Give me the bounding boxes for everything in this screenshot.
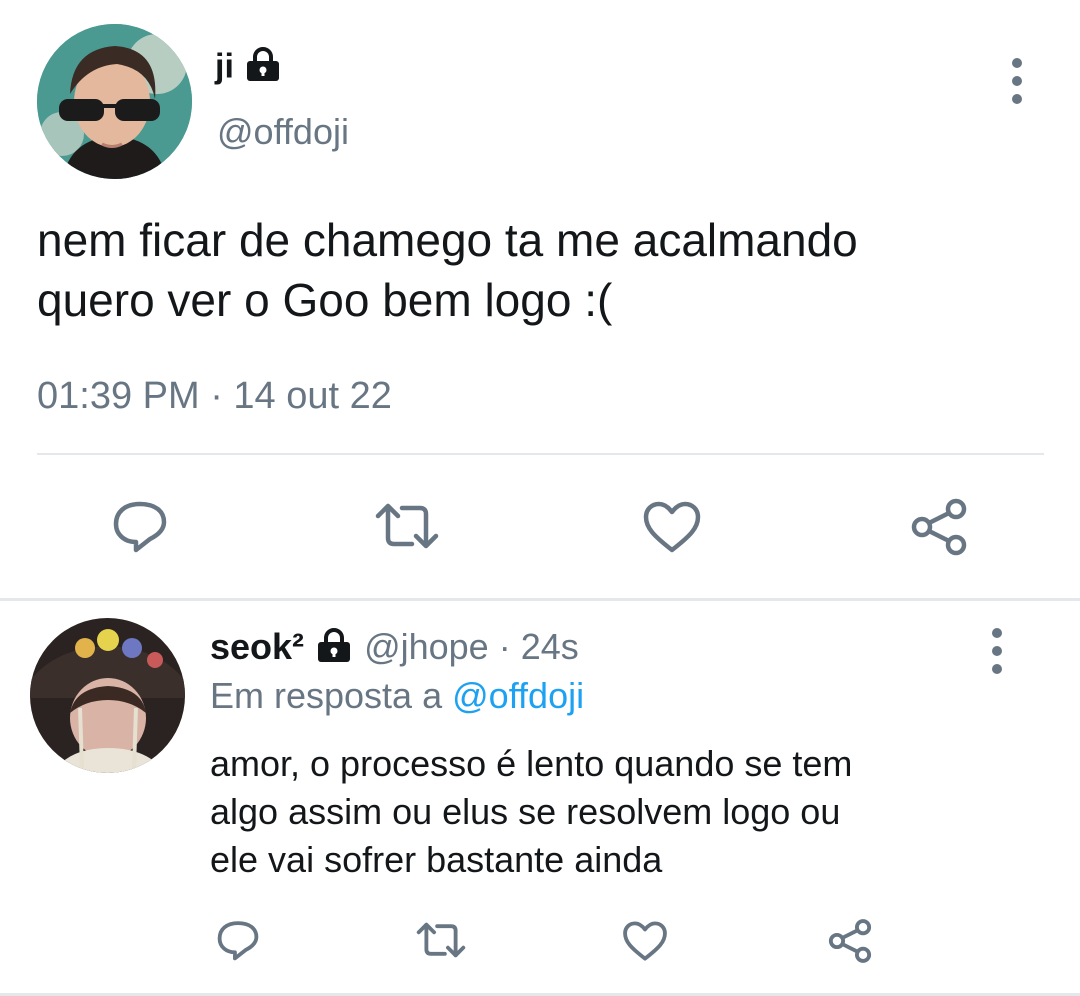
divider <box>37 453 1044 455</box>
reply-icon <box>215 918 261 962</box>
replying-to-handle[interactable]: @offdoji <box>452 675 584 716</box>
replying-to-label: Em resposta a <box>210 675 443 716</box>
main-avatar[interactable] <box>37 24 192 179</box>
reply-icon <box>110 498 170 554</box>
reply-text-line2: algo assim ou elus se resolvem logo ou <box>210 791 841 832</box>
reply-display-name[interactable]: seok² <box>210 626 304 667</box>
replying-to: Em resposta a @offdoji <box>210 675 584 717</box>
lock-icon <box>314 627 354 672</box>
reply-more-options-icon[interactable] <box>991 628 1003 674</box>
main-tweet-text: nem ficar de chamego ta me acalmando que… <box>37 210 858 330</box>
main-more-options-icon[interactable] <box>1011 58 1023 104</box>
reply-text: amor, o processo é lento quando se tem a… <box>210 740 852 884</box>
share-icon <box>908 497 970 557</box>
retweet-icon <box>414 920 468 960</box>
reply-text-line3: ele vai sofrer bastante ainda <box>210 839 663 880</box>
main-tweet-text-line1: nem ficar de chamego ta me acalmando <box>37 214 858 266</box>
retweet-button[interactable] <box>372 500 442 552</box>
like-icon <box>642 500 702 554</box>
like-icon <box>622 920 668 962</box>
main-tweet-text-line2: quero ver o Goo bem logo :( <box>37 274 613 326</box>
reply-share-button[interactable] <box>826 918 874 964</box>
reply-header: seok² @jhope · 24s <box>210 626 579 672</box>
main-timestamp[interactable]: 01:39 PM · 14 out 22 <box>37 375 392 418</box>
reply-reply-button[interactable] <box>215 918 261 962</box>
like-button[interactable] <box>642 500 702 554</box>
retweet-icon <box>372 500 442 552</box>
reply-separator: · <box>498 626 511 667</box>
reply-text-line1: amor, o processo é lento quando se tem <box>210 743 853 784</box>
main-handle[interactable]: @offdoji <box>217 111 349 153</box>
main-display-name-row[interactable]: ji <box>215 46 283 91</box>
reply-time[interactable]: 24s <box>521 626 579 667</box>
reply-handle[interactable]: @jhope <box>364 626 489 667</box>
share-button[interactable] <box>908 497 970 557</box>
lock-icon <box>243 46 283 91</box>
reply-button[interactable] <box>110 498 170 554</box>
divider <box>0 598 1080 601</box>
share-icon <box>826 918 874 964</box>
reply-avatar[interactable] <box>30 618 185 773</box>
main-display-name[interactable]: ji <box>215 47 234 85</box>
reply-like-button[interactable] <box>622 920 668 962</box>
reply-retweet-button[interactable] <box>414 920 468 960</box>
